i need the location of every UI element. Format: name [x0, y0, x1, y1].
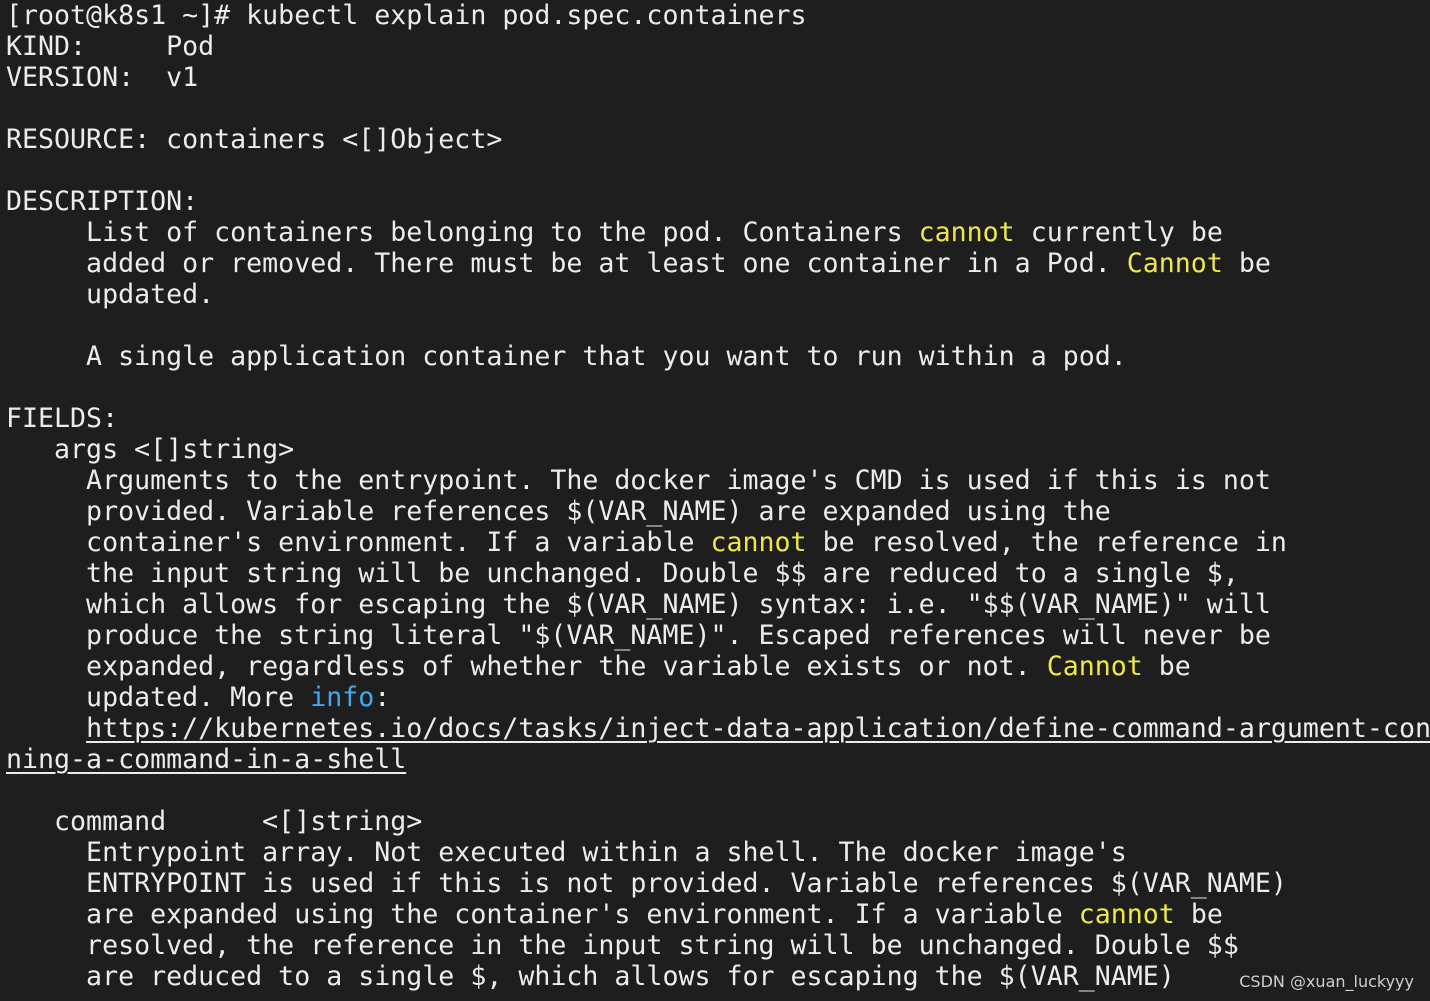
terminal-text: be	[1174, 899, 1223, 930]
terminal-line: provided. Variable references $(VAR_NAME…	[6, 496, 1111, 527]
terminal-text: DESCRIPTION:	[6, 186, 199, 217]
terminal-line: Arguments to the entrypoint. The docker …	[6, 465, 1271, 496]
terminal-line: updated. More info:	[6, 682, 390, 713]
terminal-window[interactable]: [root@k8s1 ~]# kubectl explain pod.spec.…	[0, 0, 1430, 1001]
terminal-line: Entrypoint array. Not executed within a …	[6, 837, 1127, 868]
highlighted-keyword: cannot	[710, 527, 807, 558]
doc-link[interactable]: ning-a-command-in-a-shell	[6, 744, 406, 775]
terminal-text: provided. Variable references $(VAR_NAME…	[6, 496, 1111, 527]
terminal-text: KIND: Pod	[6, 31, 215, 62]
terminal-line: DESCRIPTION:	[6, 186, 198, 217]
terminal-text: expanded, regardless of whether the vari…	[6, 651, 1047, 682]
terminal-text: are reduced to a single $, which allows …	[6, 961, 1175, 992]
terminal-text: List of containers belonging to the pod.…	[6, 217, 919, 248]
terminal-line: RESOURCE: containers <[]Object>	[6, 124, 502, 155]
highlighted-keyword: Cannot	[1046, 651, 1143, 682]
highlighted-keyword: info	[310, 682, 375, 713]
terminal-text: the input string will be unchanged. Doub…	[6, 558, 1239, 589]
terminal-text: VERSION: v1	[6, 62, 199, 93]
terminal-line: VERSION: v1	[6, 62, 198, 93]
terminal-line: List of containers belonging to the pod.…	[6, 217, 1223, 248]
terminal-text: added or removed. There must be at least…	[6, 248, 1127, 279]
terminal-line: [root@k8s1 ~]# kubectl explain pod.spec.…	[6, 0, 807, 31]
terminal-line: KIND: Pod	[6, 31, 214, 62]
highlighted-keyword: cannot	[1078, 899, 1175, 930]
terminal-text: :	[374, 682, 391, 713]
doc-link[interactable]: https://kubernetes.io/docs/tasks/inject-…	[86, 713, 1430, 744]
terminal-text: are expanded using the container's envir…	[6, 899, 1079, 930]
terminal-text: [root@k8s1 ~]# kubectl explain pod.spec.…	[6, 0, 807, 31]
terminal-text: Arguments to the entrypoint. The docker …	[6, 465, 1271, 496]
terminal-text: Entrypoint array. Not executed within a …	[6, 837, 1127, 868]
terminal-line: produce the string literal "$(VAR_NAME)"…	[6, 620, 1271, 651]
terminal-line: which allows for escaping the $(VAR_NAME…	[6, 589, 1271, 620]
terminal-text: updated.	[6, 279, 215, 310]
terminal-line: the input string will be unchanged. Doub…	[6, 558, 1239, 589]
terminal-text: RESOURCE: containers <[]Object>	[6, 124, 503, 155]
terminal-text: be	[1142, 651, 1191, 682]
highlighted-keyword: cannot	[918, 217, 1015, 248]
watermark: CSDN @xuan_luckyyy	[1239, 972, 1414, 991]
terminal-text: container's environment. If a variable	[6, 527, 711, 558]
terminal-text: args <[]string>	[6, 434, 295, 465]
terminal-text: ENTRYPOINT is used if this is not provid…	[6, 868, 1287, 899]
terminal-line: args <[]string>	[6, 434, 294, 465]
terminal-line: A single application container that you …	[6, 341, 1127, 372]
terminal-text: produce the string literal "$(VAR_NAME)"…	[6, 620, 1271, 651]
terminal-line: ning-a-command-in-a-shell	[6, 744, 406, 775]
highlighted-keyword: Cannot	[1126, 248, 1223, 279]
terminal-text: FIELDS:	[6, 403, 119, 434]
terminal-text: resolved, the reference in the input str…	[6, 930, 1239, 961]
terminal-line: container's environment. If a variable c…	[6, 527, 1287, 558]
terminal-text: command <[]string>	[6, 806, 423, 837]
terminal-text: be	[1222, 248, 1271, 279]
terminal-line: https://kubernetes.io/docs/tasks/inject-…	[6, 713, 1430, 744]
terminal-text: which allows for escaping the $(VAR_NAME…	[6, 589, 1271, 620]
terminal-line: ENTRYPOINT is used if this is not provid…	[6, 868, 1287, 899]
terminal-line: FIELDS:	[6, 403, 118, 434]
terminal-line: are expanded using the container's envir…	[6, 899, 1223, 930]
terminal-line: updated.	[6, 279, 214, 310]
terminal-line: added or removed. There must be at least…	[6, 248, 1271, 279]
terminal-text: currently be	[1014, 217, 1223, 248]
terminal-line: resolved, the reference in the input str…	[6, 930, 1239, 961]
terminal-text: A single application container that you …	[6, 341, 1127, 372]
terminal-text: be resolved, the reference in	[806, 527, 1287, 558]
terminal-line: are reduced to a single $, which allows …	[6, 961, 1175, 992]
terminal-text: updated. More	[6, 682, 311, 713]
terminal-line: expanded, regardless of whether the vari…	[6, 651, 1191, 682]
terminal-line: command <[]string>	[6, 806, 422, 837]
